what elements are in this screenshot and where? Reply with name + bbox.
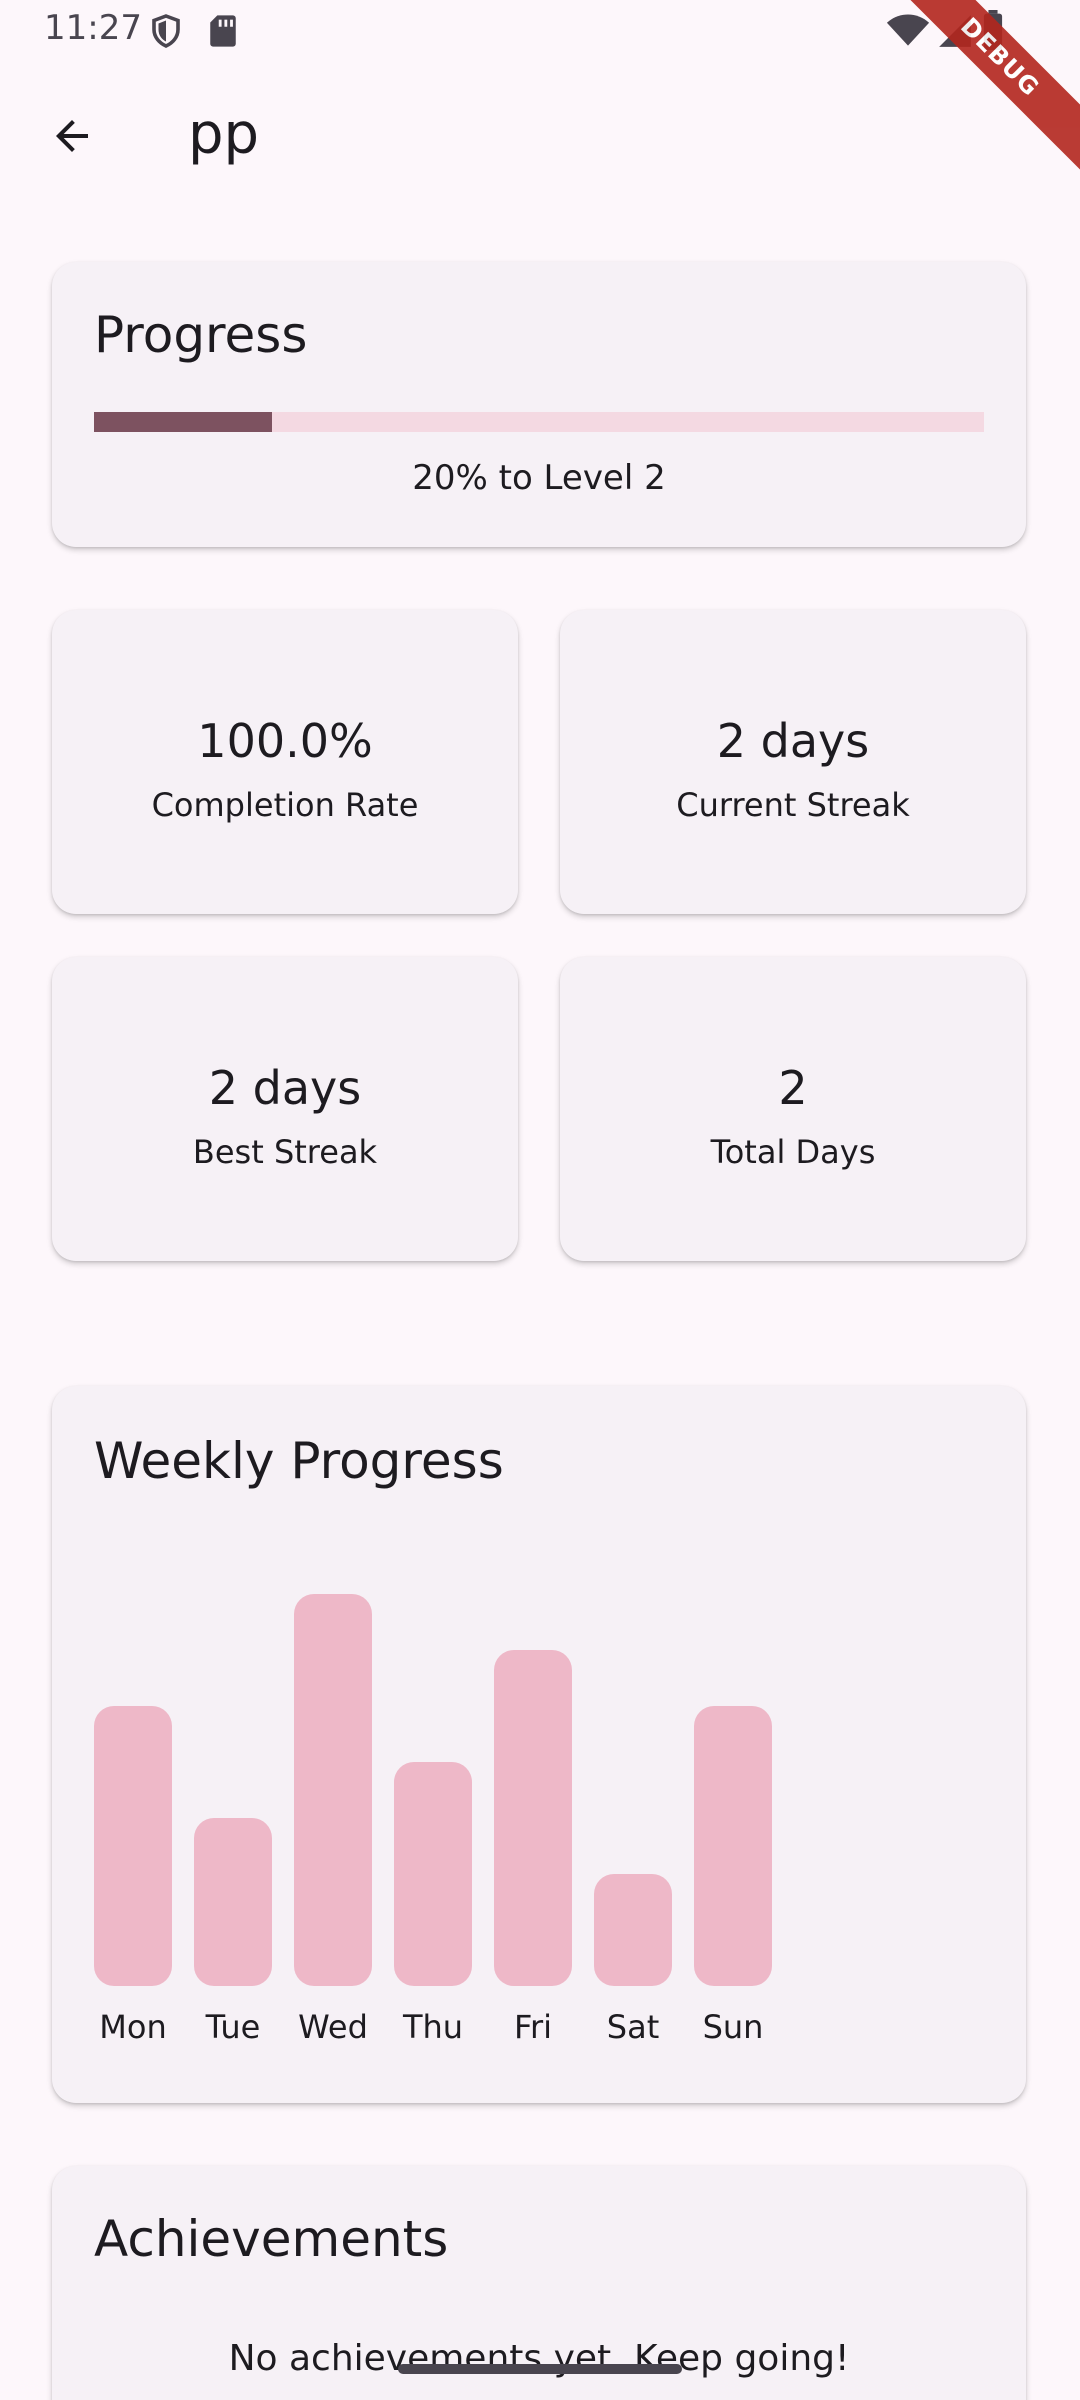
page-title: pp (188, 102, 260, 167)
bar-sun (694, 1706, 772, 1986)
stat-value: 100.0% (197, 714, 373, 768)
bar-label-sat: Sat (606, 2008, 660, 2046)
stat-value: 2 (778, 1061, 808, 1115)
weekly-progress-card: Weekly Progress Mon Tue Wed Thu Fri Sat Sun (52, 1386, 1026, 2103)
back-button[interactable] (34, 98, 110, 174)
status-time: 11:27 (44, 8, 142, 48)
progress-bar-fill (94, 412, 272, 432)
bar-fri (494, 1650, 572, 1986)
bar-mon (94, 1706, 172, 1986)
bar-label-sun: Sun (702, 2008, 764, 2046)
stat-label: Total Days (710, 1133, 876, 1171)
weekly-progress-title: Weekly Progress (94, 1432, 504, 1490)
stat-card-best-streak: 2 days Best Streak (52, 957, 518, 1261)
shield-icon (152, 14, 180, 48)
bar-thu (394, 1762, 472, 1986)
app-bar: pp (0, 62, 1080, 212)
arrow-back-icon (56, 120, 88, 152)
gesture-nav-handle[interactable] (398, 2364, 682, 2374)
bar-label-mon: Mon (99, 2008, 167, 2046)
level-progress-bar (94, 412, 984, 432)
stat-value: 2 days (716, 714, 870, 768)
progress-card: Progress 20% to Level 2 (52, 262, 1026, 547)
app-screen: 11:27 DEBUG pp Progress 20% to Level 2 1… (0, 0, 1080, 2400)
bar-wed (294, 1594, 372, 1986)
bar-sat (594, 1874, 672, 1986)
sd-card-icon (210, 15, 236, 47)
stat-card-completion-rate: 100.0% Completion Rate (52, 610, 518, 914)
achievements-title: Achievements (94, 2210, 449, 2268)
stat-label: Completion Rate (151, 786, 419, 824)
bar-label-tue: Tue (205, 2008, 261, 2046)
progress-title: Progress (94, 306, 308, 364)
bar-label-thu: Thu (402, 2008, 464, 2046)
bar-label-wed: Wed (298, 2008, 368, 2046)
wifi-icon (886, 14, 930, 46)
stat-label: Best Streak (192, 1133, 378, 1171)
status-bar: 11:27 DEBUG (0, 0, 1080, 180)
stat-card-current-streak: 2 days Current Streak (560, 610, 1026, 914)
progress-caption: 20% to Level 2 (412, 458, 666, 498)
weekly-bar-chart: Mon Tue Wed Thu Fri Sat Sun (94, 1586, 794, 2066)
bar-tue (194, 1818, 272, 1986)
stat-label: Current Streak (676, 786, 910, 824)
stat-card-total-days: 2 Total Days (560, 957, 1026, 1261)
bar-label-fri: Fri (513, 2008, 553, 2046)
stat-value: 2 days (208, 1061, 362, 1115)
